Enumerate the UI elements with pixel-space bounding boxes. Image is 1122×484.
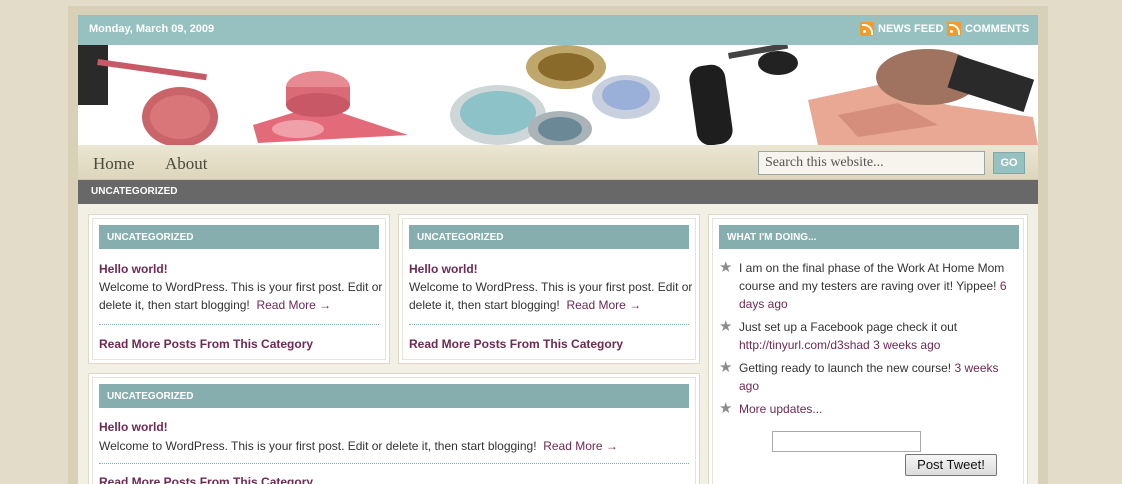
category-bar-label: UNCATEGORIZED [91,186,178,197]
rss-icon [947,22,961,36]
more-updates-link[interactable]: More updates... [739,402,822,416]
more-updates-item: ★ More updates... [719,400,1009,418]
post-box: UNCATEGORIZED Hello world! Welcome to Wo… [88,373,700,484]
read-more-link[interactable]: Read More → [256,298,331,312]
tweet-text: Getting ready to launch the new course! [739,361,952,375]
post-title[interactable]: Hello world! [409,262,478,276]
sidebar-twitter-widget: WHAT I'M DOING... ★ I am on the final ph… [708,214,1028,484]
post-excerpt-text: Welcome to WordPress. This is your first… [99,439,537,453]
post-excerpt: Welcome to WordPress. This is your first… [99,437,699,455]
tweet-item: ★ I am on the final phase of the Work At… [719,259,1009,313]
tweet-item: ★ Just set up a Facebook page check it o… [719,318,1009,354]
star-icon: ★ [719,359,733,376]
divider [99,463,689,464]
read-more-link[interactable]: Read More → [543,439,618,453]
star-icon: ★ [719,318,733,335]
comments-feed-label: COMMENTS [965,23,1030,35]
news-feed-link[interactable]: NEWS FEED [860,22,943,36]
main-nav: Home About Search this website... GO [78,145,1038,180]
tweet-list: ★ I am on the final phase of the Work At… [719,259,1009,423]
read-more-link[interactable]: Read More → [566,298,641,312]
tweet-item: ★ Getting ready to launch the new course… [719,359,1009,395]
post-excerpt-text: Welcome to WordPress. This is your first… [99,280,383,312]
post-box: UNCATEGORIZED Hello world! Welcome to Wo… [398,214,700,364]
category-bar: UNCATEGORIZED [78,180,1038,204]
search-go-button[interactable]: GO [993,152,1025,174]
post-title[interactable]: Hello world! [99,420,168,434]
header-banner-image[interactable] [78,45,1038,145]
tweet-input[interactable] [772,431,921,452]
post-title[interactable]: Hello world! [99,262,168,276]
header-date: Monday, March 09, 2009 [89,23,215,35]
post-category-header[interactable]: UNCATEGORIZED [99,384,689,408]
post-tweet-button[interactable]: Post Tweet! [905,454,997,476]
divider [99,324,379,325]
tweet-text: I am on the final phase of the Work At H… [739,261,1005,293]
page-frame: Monday, March 09, 2009 NEWS FEED COMMENT… [68,6,1048,484]
more-posts-link[interactable]: Read More Posts From This Category [409,337,623,351]
comments-feed-link[interactable]: COMMENTS [947,22,1029,36]
star-icon: ★ [719,400,733,417]
post-excerpt-text: Welcome to WordPress. This is your first… [409,280,693,312]
sidebar-title: WHAT I'M DOING... [719,225,1019,249]
divider [409,324,689,325]
star-icon: ★ [719,259,733,276]
more-posts-link[interactable]: Read More Posts From This Category [99,475,313,484]
top-bar: Monday, March 09, 2009 NEWS FEED COMMENT… [78,15,1038,45]
tweet-url-link[interactable]: http://tinyurl.com/d3shad [739,338,870,352]
post-box: UNCATEGORIZED Hello world! Welcome to Wo… [88,214,390,364]
makeup-banner-illustration [78,45,1038,145]
post-excerpt: Welcome to WordPress. This is your first… [409,278,701,314]
post-excerpt: Welcome to WordPress. This is your first… [99,278,391,314]
post-category-header[interactable]: UNCATEGORIZED [409,225,689,249]
tweet-time-link[interactable]: 3 weeks ago [873,338,940,352]
rss-icon [860,22,874,36]
nav-home[interactable]: Home [93,154,135,174]
search-input[interactable]: Search this website... [758,151,985,175]
tweet-text: Just set up a Facebook page check it out [739,320,958,334]
post-category-header[interactable]: UNCATEGORIZED [99,225,379,249]
nav-about[interactable]: About [165,154,208,174]
more-posts-link[interactable]: Read More Posts From This Category [99,337,313,351]
news-feed-label: NEWS FEED [878,23,944,35]
page-content: Monday, March 09, 2009 NEWS FEED COMMENT… [78,15,1038,484]
